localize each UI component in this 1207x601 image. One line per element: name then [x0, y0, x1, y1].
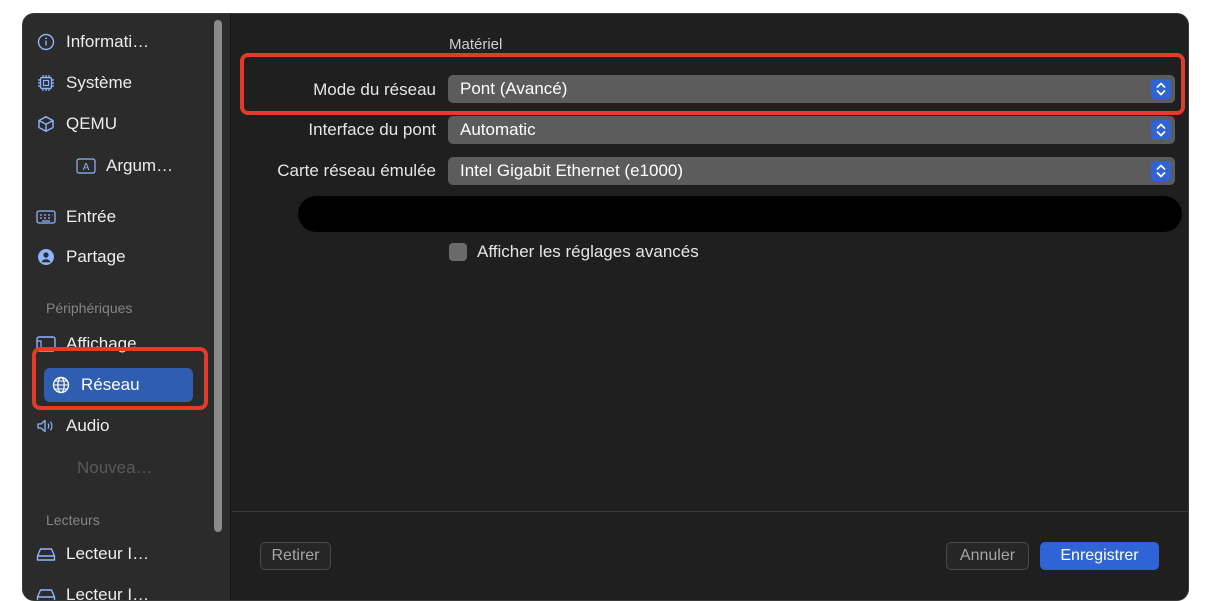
chevron-up-down-icon [1151, 120, 1171, 140]
sidebar-item-qemu[interactable]: QEMU [35, 107, 193, 141]
sidebar-item-label: Partage [66, 247, 126, 266]
sidebar-item-label: Lecteur I… [66, 544, 150, 563]
section-peripherals: Périphériques [46, 300, 133, 316]
bridge-interface-select[interactable]: Automatic [448, 116, 1175, 144]
sidebar-item-new[interactable]: Nouvea… [77, 451, 197, 485]
sidebar-scrollbar[interactable] [214, 20, 222, 532]
sidebar-item-drive-2[interactable]: Lecteur I… [35, 578, 193, 601]
advanced-settings-checkbox[interactable] [449, 243, 467, 261]
chip-icon [35, 73, 57, 93]
highlight-network-sidebar [32, 347, 208, 410]
advanced-settings-row[interactable]: Afficher les réglages avancés [449, 242, 699, 262]
emulated-card-value: Intel Gigabit Ethernet (e1000) [460, 161, 684, 180]
sidebar-item-label: QEMU [66, 114, 117, 133]
emulated-card-label: Carte réseau émulée [277, 161, 436, 180]
cube-icon [35, 114, 57, 134]
person-circle-icon [35, 247, 57, 267]
sidebar-item-system[interactable]: Système [35, 66, 193, 100]
redacted-field [298, 196, 1182, 232]
chevron-up-down-icon [1151, 161, 1171, 181]
section-title: Matériel [449, 36, 503, 53]
sidebar-item-arguments[interactable]: A Argum… [75, 149, 203, 183]
sidebar-item-label: Audio [66, 416, 110, 435]
sidebar-item-drive-1[interactable]: Lecteur I… [35, 537, 193, 571]
keyboard-icon [35, 207, 57, 227]
sidebar: Informati… Système QEMU A Argum… Entrée [23, 14, 231, 600]
drive-icon [35, 544, 57, 564]
sidebar-item-label: Lecteur I… [66, 585, 150, 601]
emulated-card-select[interactable]: Intel Gigabit Ethernet (e1000) [448, 157, 1175, 185]
sidebar-item-label: Argum… [106, 156, 174, 175]
sidebar-item-input[interactable]: Entrée [35, 200, 193, 234]
sidebar-item-label: Système [66, 73, 133, 92]
cancel-button[interactable]: Annuler [946, 542, 1029, 570]
advanced-settings-label: Afficher les réglages avancés [477, 242, 699, 261]
sidebar-item-audio[interactable]: Audio [35, 409, 193, 443]
sidebar-item-information[interactable]: Informati… [35, 25, 193, 59]
bridge-interface-label: Interface du pont [308, 120, 436, 139]
svg-text:A: A [83, 162, 90, 173]
drive-icon [35, 585, 57, 600]
info-icon [35, 32, 57, 52]
bridge-interface-value: Automatic [460, 120, 536, 139]
sidebar-item-sharing[interactable]: Partage [35, 240, 193, 274]
sidebar-item-label: Entrée [66, 207, 117, 226]
highlight-network-mode [240, 53, 1185, 115]
sidebar-item-label: Nouvea… [77, 458, 153, 477]
remove-button[interactable]: Retirer [260, 542, 331, 570]
argument-icon: A [75, 156, 97, 176]
speaker-icon [35, 416, 57, 436]
section-drives: Lecteurs [46, 512, 100, 528]
save-button[interactable]: Enregistrer [1040, 542, 1159, 570]
footer-divider [232, 511, 1188, 512]
sidebar-item-label: Informati… [66, 32, 150, 51]
